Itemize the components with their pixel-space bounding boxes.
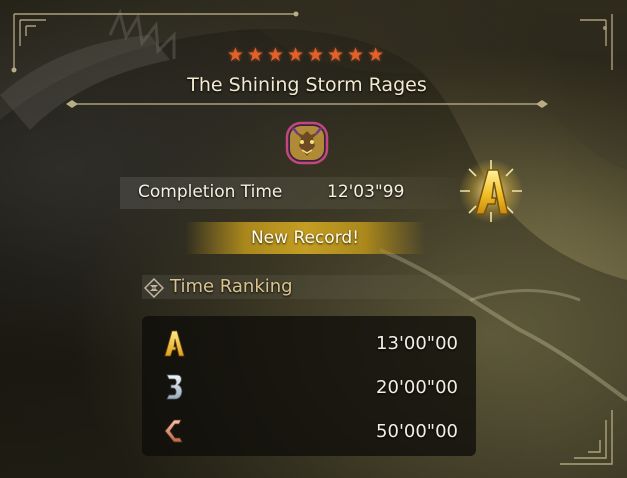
hourglass-diamond-icon <box>143 277 165 299</box>
rank-a-badge-icon <box>458 158 524 224</box>
rank-b-time: 20'00"00 <box>376 377 458 398</box>
time-ranking-table: 13'00"00 20'00"00 50'00"00 <box>142 316 476 456</box>
time-ranking-title: Time Ranking <box>170 276 293 297</box>
completion-time-label: Completion Time <box>138 182 283 202</box>
new-record-banner: New Record! <box>185 222 425 254</box>
quest-title: The Shining Storm Rages <box>187 74 427 96</box>
rank-row-c: 50'00"00 <box>142 408 476 452</box>
rank-a-time: 13'00"00 <box>376 333 458 354</box>
rank-b-letter-icon <box>160 372 188 402</box>
corner-ornament-icon <box>598 20 612 34</box>
new-record-label: New Record! <box>250 228 360 248</box>
rank-c-letter-icon <box>160 416 188 446</box>
quest-difficulty-stars: ★★★★★★★★ <box>226 44 388 66</box>
rank-row-b: 20'00"00 <box>142 364 476 408</box>
completion-time-value: 12'03"99 <box>327 182 405 202</box>
rey-dau-monster-icon <box>284 120 330 166</box>
rank-c-time: 50'00"00 <box>376 421 458 442</box>
rank-a-letter-icon <box>160 328 188 358</box>
rank-row-a: 13'00"00 <box>142 320 476 364</box>
